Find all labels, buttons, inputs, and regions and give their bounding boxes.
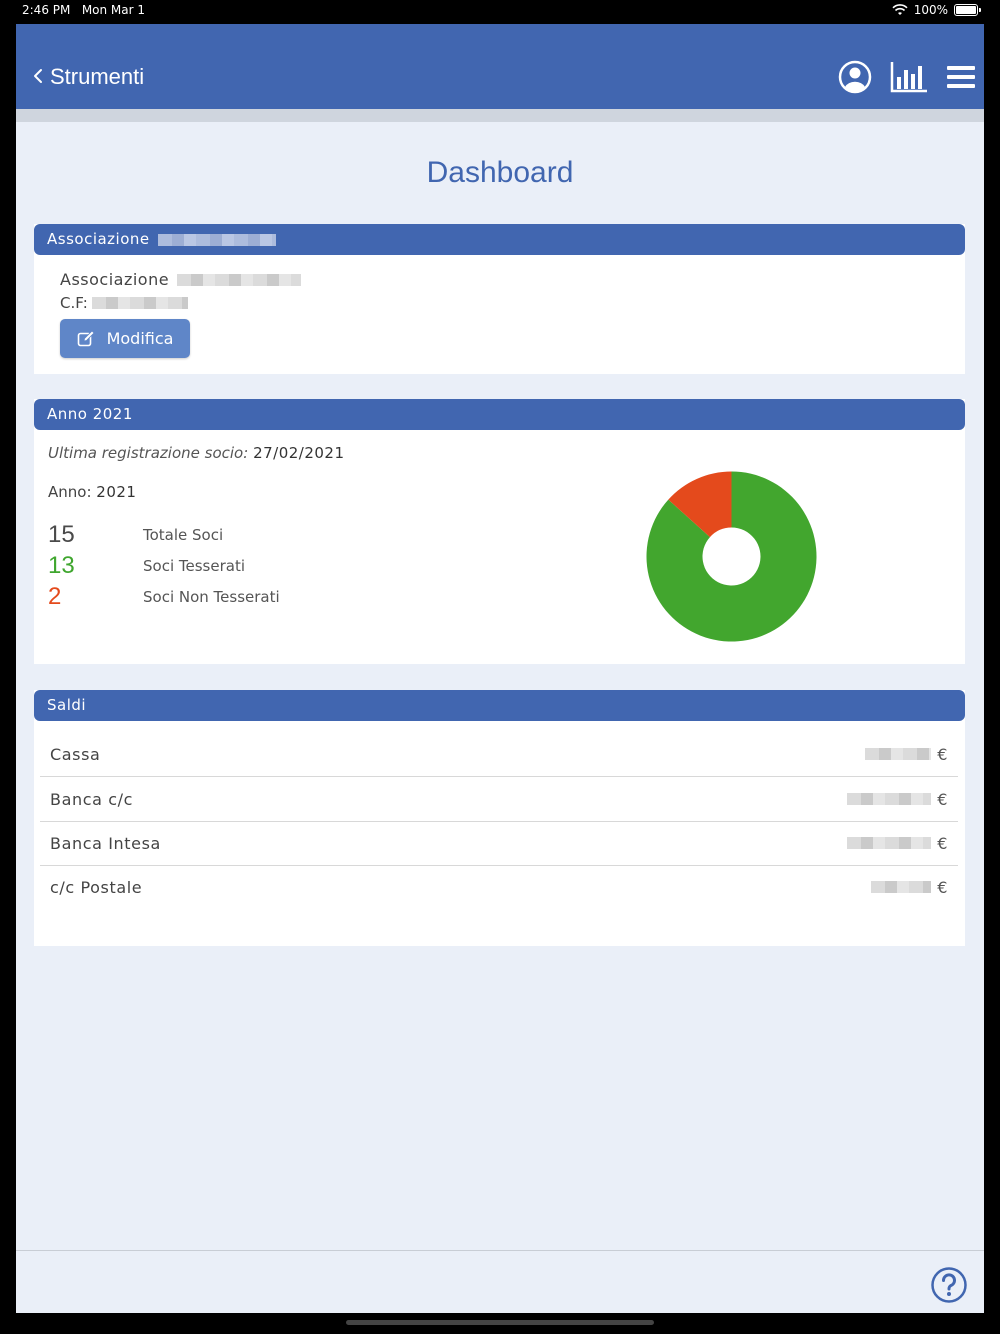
year-card-header: Anno 2021 bbox=[34, 399, 965, 430]
association-name-label: Associazione bbox=[60, 270, 170, 289]
edit-button[interactable]: Modifica bbox=[60, 319, 190, 358]
members-donut-chart bbox=[646, 471, 817, 642]
app-window: Strumenti Dashboard Associazione Associa… bbox=[16, 24, 984, 1313]
balance-value: € bbox=[839, 790, 958, 809]
currency-symbol: € bbox=[937, 744, 948, 764]
back-chevron-icon[interactable] bbox=[26, 64, 50, 88]
stat-total-value: 15 bbox=[48, 521, 75, 548]
balance-value: € bbox=[863, 878, 958, 897]
currency-symbol: € bbox=[937, 789, 948, 809]
footer-divider bbox=[16, 1250, 984, 1251]
last-registration: Ultima registrazione socio: 27/02/2021 bbox=[48, 444, 345, 462]
home-indicator bbox=[346, 1320, 654, 1325]
redacted-amount bbox=[865, 748, 932, 760]
balance-row: Banca Intesa € bbox=[40, 821, 958, 866]
help-icon[interactable] bbox=[930, 1266, 968, 1304]
navbar-separator bbox=[16, 109, 984, 122]
balance-label: c/c Postale bbox=[50, 877, 143, 897]
balance-row: Banca c/c € bbox=[40, 777, 958, 822]
stat-members-no-card-value: 2 bbox=[48, 583, 62, 610]
redacted-fiscal-code bbox=[91, 297, 188, 309]
last-registration-date: 27/02/2021 bbox=[253, 444, 345, 462]
currency-symbol: € bbox=[937, 877, 948, 897]
balances-card-header: Saldi bbox=[34, 690, 965, 721]
balance-label: Banca c/c bbox=[50, 789, 133, 809]
stat-total: 15 Totale Soci bbox=[48, 521, 223, 549]
page-title: Dashboard bbox=[426, 156, 574, 189]
back-button-label[interactable]: Strumenti bbox=[50, 64, 144, 90]
edit-button-label: Modifica bbox=[106, 329, 174, 348]
edit-icon bbox=[77, 329, 95, 346]
bar-chart-icon[interactable] bbox=[890, 60, 928, 94]
stat-members-no-card-label: Soci Non Tesserati bbox=[143, 588, 280, 606]
redacted-name bbox=[157, 233, 276, 246]
association-name: Associazione bbox=[60, 270, 302, 289]
status-right: 100% bbox=[892, 3, 981, 17]
balance-label: Cassa bbox=[50, 744, 101, 764]
balance-label: Banca Intesa bbox=[50, 833, 161, 853]
year-value: 2021 bbox=[96, 483, 137, 501]
currency-symbol: € bbox=[937, 833, 948, 853]
redacted-amount bbox=[847, 793, 932, 805]
balance-value: € bbox=[839, 834, 958, 853]
last-registration-label: Ultima registrazione socio: bbox=[48, 444, 249, 462]
navbar: Strumenti bbox=[16, 24, 984, 109]
association-card-header: Associazione bbox=[34, 224, 965, 255]
user-circle-icon[interactable] bbox=[838, 60, 872, 94]
stat-total-label: Totale Soci bbox=[143, 526, 224, 544]
redacted-amount bbox=[871, 881, 932, 893]
fiscal-code-label: C.F: bbox=[60, 294, 88, 312]
stat-members-no-card: 2 Soci Non Tesserati bbox=[48, 583, 280, 611]
balance-value: € bbox=[857, 745, 958, 764]
balances-card: Saldi Cassa € Banca c/c € Banca Intesa €… bbox=[34, 690, 965, 946]
status-time: 2:46 PM Mon Mar 1 bbox=[22, 3, 146, 17]
stat-members-card-label: Soci Tesserati bbox=[143, 557, 245, 575]
year-label: Anno: bbox=[48, 483, 92, 501]
navbar-actions bbox=[838, 60, 976, 94]
association-card: Associazione Associazione C.F: Modifica bbox=[34, 224, 965, 374]
redacted-name bbox=[177, 273, 302, 286]
battery-percent: 100% bbox=[913, 3, 948, 17]
year-info: Anno: 2021 bbox=[48, 483, 136, 501]
stat-members-card: 13 Soci Tesserati bbox=[48, 552, 245, 580]
balance-row: c/c Postale € bbox=[40, 865, 958, 909]
year-card: Anno 2021 Ultima registrazione socio: 27… bbox=[34, 399, 965, 664]
stat-members-card-value: 13 bbox=[48, 552, 75, 579]
status-bar: 2:46 PM Mon Mar 1 100% bbox=[0, 0, 1000, 22]
balance-row: Cassa € bbox=[40, 732, 958, 777]
wifi-icon bbox=[892, 4, 908, 15]
association-header-label: Associazione bbox=[47, 230, 150, 248]
hamburger-menu-icon[interactable] bbox=[946, 60, 976, 94]
battery-icon bbox=[954, 4, 981, 16]
redacted-amount bbox=[847, 837, 932, 849]
fiscal-code: C.F: bbox=[60, 294, 188, 312]
